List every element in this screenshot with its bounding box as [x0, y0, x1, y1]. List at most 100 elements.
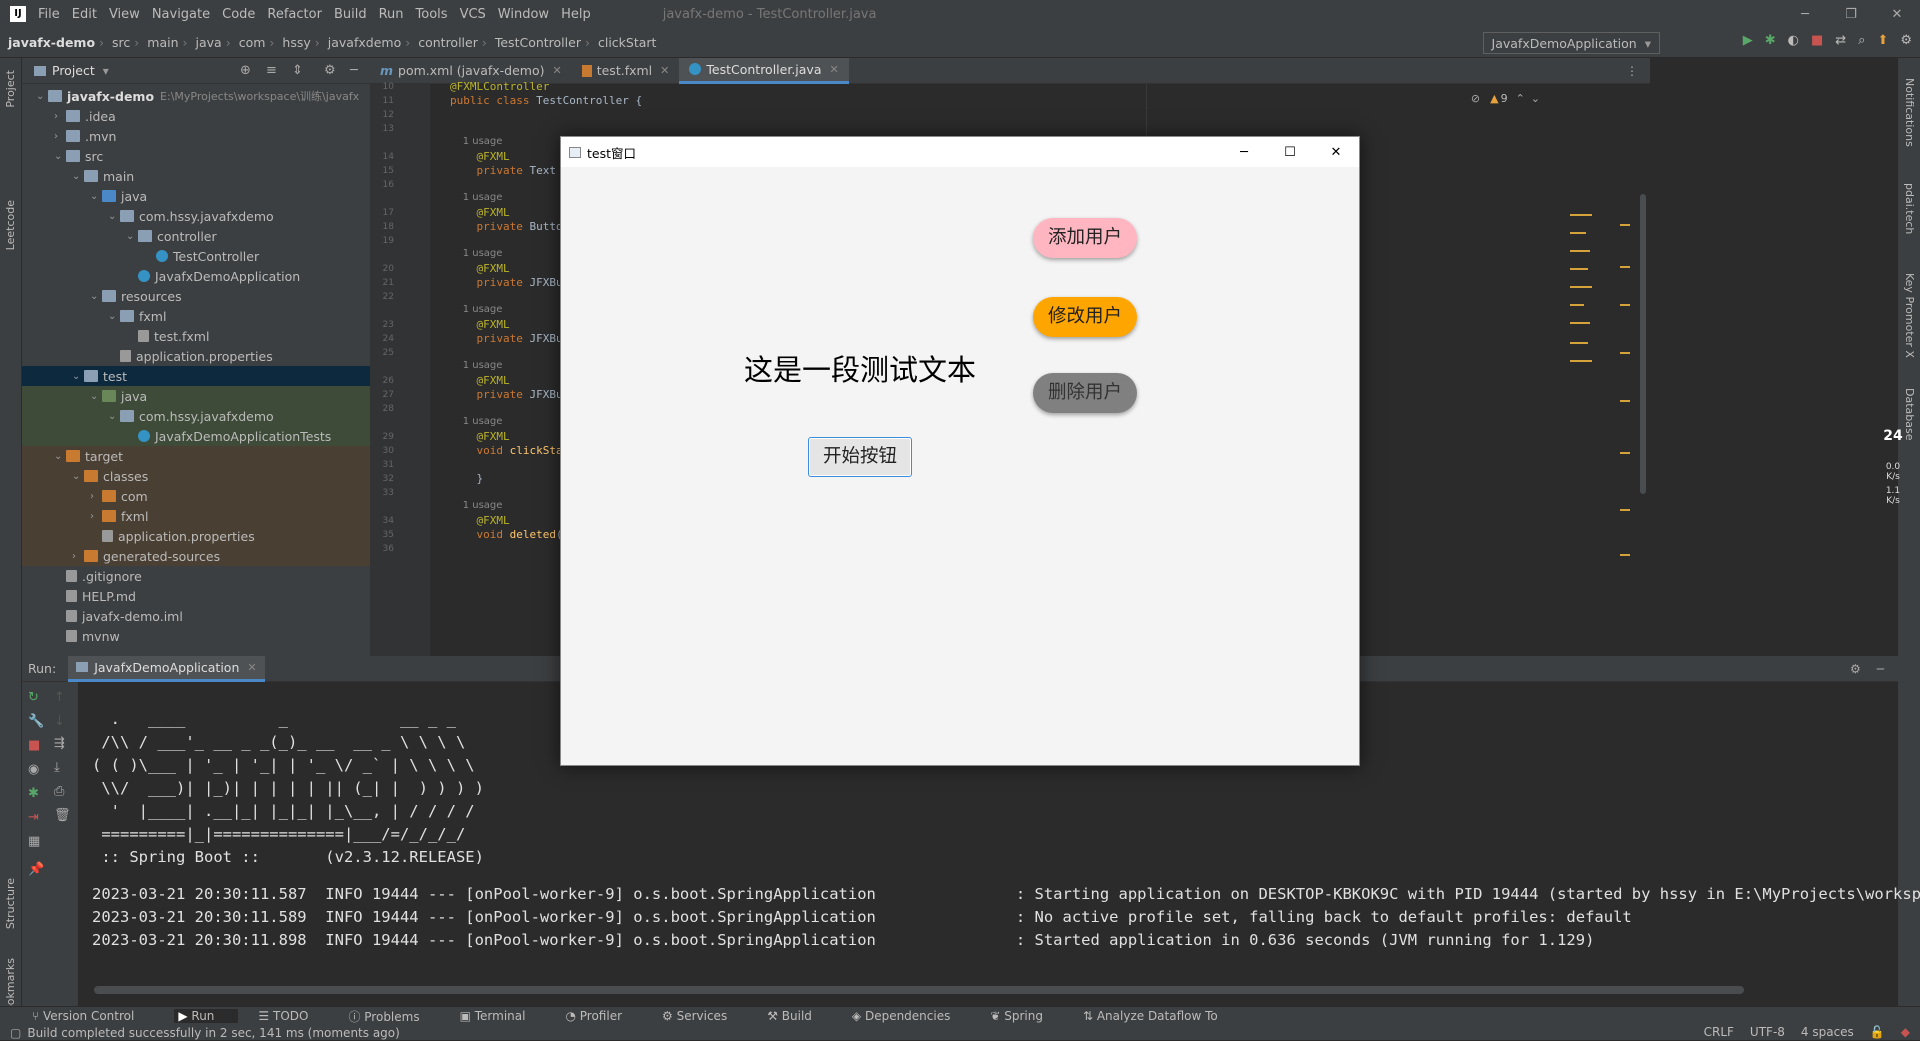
- tree-item[interactable]: ⌄ controller: [22, 226, 370, 246]
- start-button[interactable]: 开始按钮: [808, 437, 912, 477]
- chevron-down-icon[interactable]: ⌄: [90, 191, 102, 202]
- tool-pdai[interactable]: pdai.tech: [1903, 183, 1916, 234]
- chevron-down-icon[interactable]: ⌄: [90, 291, 102, 302]
- run-icon[interactable]: ▶: [1743, 33, 1753, 48]
- breadcrumb-project[interactable]: javafx-demo: [8, 35, 95, 50]
- chevron-right-icon[interactable]: ›: [90, 491, 102, 502]
- tool-profiler[interactable]: ◔ Profiler: [565, 1009, 642, 1023]
- tree-item[interactable]: TestController: [22, 246, 370, 266]
- close-icon[interactable]: ✕: [1874, 7, 1920, 22]
- chevron-right-icon[interactable]: ›: [54, 111, 66, 122]
- rerun-icon[interactable]: ↻: [28, 690, 39, 705]
- collapse-all-icon[interactable]: ⇕: [292, 63, 303, 78]
- tree-item[interactable]: ⌄ target: [22, 446, 370, 466]
- chevron-down-icon[interactable]: ⌄: [72, 371, 84, 382]
- menu-help[interactable]: Help: [561, 7, 591, 22]
- chevron-down-icon[interactable]: ⌄: [126, 231, 138, 242]
- close-icon[interactable]: ✕: [1313, 145, 1359, 160]
- tree-item[interactable]: ⌄ com.hssy.javafxdemo: [22, 206, 370, 226]
- menu-refactor[interactable]: Refactor: [267, 7, 322, 22]
- tree-item[interactable]: .gitignore: [22, 566, 370, 586]
- tree-item[interactable]: › .idea: [22, 106, 370, 126]
- chevron-down-icon[interactable]: ⌄: [90, 391, 102, 402]
- tree-item[interactable]: application.properties: [22, 526, 370, 546]
- chevron-down-icon[interactable]: ⌄: [54, 451, 66, 462]
- down-arrow-icon[interactable]: ↓: [54, 714, 65, 729]
- soft-wrap-icon[interactable]: ⇶: [54, 736, 65, 751]
- tool-terminal[interactable]: ▣ Terminal: [460, 1009, 546, 1023]
- tree-item[interactable]: HELP.md: [22, 586, 370, 606]
- chevron-down-icon[interactable]: ⌄: [72, 471, 84, 482]
- breadcrumb-src[interactable]: src: [112, 35, 130, 50]
- chevron-up-icon[interactable]: ⌃: [1516, 92, 1525, 105]
- menu-build[interactable]: Build: [334, 7, 367, 22]
- breadcrumb-com[interactable]: com: [239, 35, 266, 50]
- tree-item[interactable]: application.properties: [22, 346, 370, 366]
- breadcrumb-java[interactable]: java: [196, 35, 222, 50]
- tool-spring[interactable]: ❦ Spring: [990, 1009, 1063, 1023]
- chevron-down-icon[interactable]: ⌄: [108, 211, 120, 222]
- tree-item[interactable]: › com: [22, 486, 370, 506]
- search-icon[interactable]: ⌕: [1858, 33, 1865, 48]
- tool-project[interactable]: Project: [4, 70, 17, 108]
- chevron-down-icon[interactable]: ⌄: [108, 311, 120, 322]
- tree-item[interactable]: › generated-sources: [22, 546, 370, 566]
- expand-all-icon[interactable]: ≡: [266, 63, 277, 78]
- lock-icon[interactable]: 🔓: [1870, 1025, 1885, 1039]
- layout-icon[interactable]: ▦: [28, 834, 40, 849]
- breadcrumb-main[interactable]: main: [147, 35, 178, 50]
- tool-notifications[interactable]: Notifications: [1903, 78, 1916, 147]
- tree-item[interactable]: ⌄ com.hssy.javafxdemo: [22, 406, 370, 426]
- plugin-icon[interactable]: ◆: [1901, 1025, 1910, 1039]
- tree-item[interactable]: JavafxDemoApplication: [22, 266, 370, 286]
- chevron-down-icon[interactable]: ⌄: [36, 91, 48, 102]
- translate-icon[interactable]: ⇄: [1835, 33, 1846, 48]
- tool-leetcode[interactable]: Leetcode: [4, 200, 17, 250]
- chevron-down-icon[interactable]: ⌄: [72, 171, 84, 182]
- indent-setting[interactable]: 4 spaces: [1801, 1025, 1854, 1039]
- menu-code[interactable]: Code: [222, 7, 255, 22]
- breadcrumb-method[interactable]: clickStart: [598, 35, 656, 50]
- status-message[interactable]: Build completed successfully in 2 sec, 1…: [27, 1026, 399, 1040]
- gear-icon[interactable]: ⚙: [1900, 33, 1912, 48]
- chevron-right-icon[interactable]: ›: [54, 131, 66, 142]
- run-tab-javafxdemoapplication[interactable]: JavafxDemoApplication ✕: [68, 655, 265, 682]
- chevron-right-icon[interactable]: ›: [90, 511, 102, 522]
- tool-version-control[interactable]: ⑂ Version Control: [32, 1009, 154, 1023]
- close-icon[interactable]: ✕: [553, 64, 562, 77]
- print-icon[interactable]: ⎙: [54, 784, 64, 799]
- tree-item[interactable]: ⌄ main: [22, 166, 370, 186]
- menu-window[interactable]: Window: [498, 7, 549, 22]
- stop-icon[interactable]: ■: [1811, 33, 1823, 48]
- tool-dependencies[interactable]: ◈ Dependencies: [852, 1009, 970, 1023]
- tool-analyze-dataflow[interactable]: ⇅ Analyze Dataflow To: [1083, 1009, 1238, 1023]
- tool-structure[interactable]: Structure: [4, 878, 17, 929]
- close-icon[interactable]: ✕: [247, 661, 256, 674]
- tree-item[interactable]: › fxml: [22, 506, 370, 526]
- tree-item[interactable]: ⌄ java: [22, 386, 370, 406]
- tree-item[interactable]: ⌄ java: [22, 186, 370, 206]
- tree-item[interactable]: ⌄ javafx-demo E:\MyProjects\workspace\训练\j…: [22, 86, 370, 106]
- minimize-icon[interactable]: ─: [1221, 145, 1267, 160]
- tool-problems[interactable]: ⓘ Problems: [348, 1008, 439, 1025]
- breadcrumb-class[interactable]: TestController: [495, 35, 581, 50]
- menu-navigate[interactable]: Navigate: [152, 7, 210, 22]
- debug-icon[interactable]: ✱: [28, 786, 39, 801]
- console-scrollbar[interactable]: [94, 986, 1744, 994]
- restore-icon[interactable]: ❐: [1828, 7, 1874, 22]
- tree-item[interactable]: ⌄ classes: [22, 466, 370, 486]
- menu-vcs[interactable]: VCS: [460, 7, 486, 22]
- menu-file[interactable]: File: [38, 7, 60, 22]
- coverage-icon[interactable]: ◐: [1788, 33, 1799, 48]
- hide-icon[interactable]: ─: [1877, 662, 1884, 676]
- tool-database[interactable]: Database: [1903, 388, 1916, 441]
- delete-user-button[interactable]: 删除用户: [1033, 373, 1137, 413]
- locate-icon[interactable]: ⊕: [240, 63, 251, 78]
- edit-user-button[interactable]: 修改用户: [1033, 297, 1137, 337]
- close-icon[interactable]: ✕: [830, 63, 839, 76]
- chevron-right-icon[interactable]: ›: [72, 551, 84, 562]
- maximize-icon[interactable]: ☐: [1267, 145, 1313, 160]
- editor-scrollbar[interactable]: [1640, 194, 1646, 494]
- tree-item[interactable]: ⌄ fxml: [22, 306, 370, 326]
- stop-icon[interactable]: ■: [28, 738, 40, 753]
